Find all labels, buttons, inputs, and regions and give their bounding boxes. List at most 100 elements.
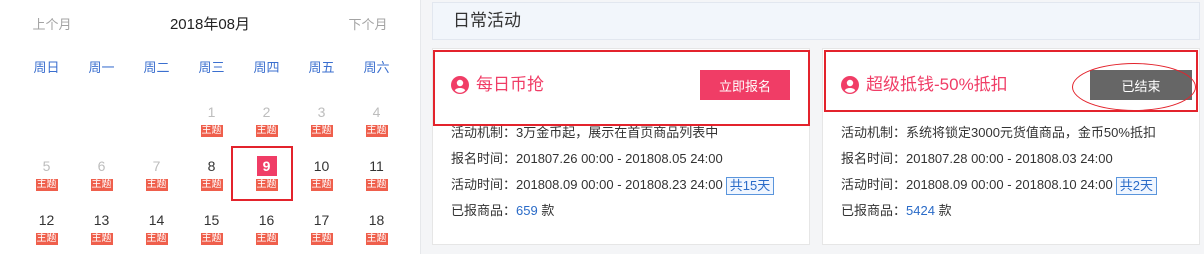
registered-line: 已报商品：659 款 — [451, 201, 554, 221]
calendar-day-cell[interactable]: 13 主题 — [74, 206, 129, 260]
day-number: 10 — [313, 158, 330, 174]
day-number: 4 — [372, 104, 381, 120]
registered-unit: 款 — [541, 203, 555, 218]
theme-badge: 主题 — [145, 233, 168, 245]
weekday-header-row: 周日 周一 周二 周三 周四 周五 周六 — [19, 57, 404, 79]
selected-day-number: 9 — [256, 156, 277, 176]
activity-title[interactable]: 超级抵钱-50%抵扣 — [866, 74, 1008, 96]
weekday-label: 周五 — [308, 60, 335, 75]
theme-badge: 主题 — [200, 179, 223, 191]
weekday-label: 周一 — [88, 60, 115, 75]
registered-label: 已报商品： — [841, 203, 907, 218]
next-month-button[interactable]: 下个月 — [338, 14, 398, 36]
mechanism-line: 活动机制：3万金币起，展示在首页商品列表中 — [451, 123, 718, 143]
signup-time-value: 201807.28 00:00 - 201808.03 24:00 — [906, 151, 1113, 166]
calendar-day-cell[interactable]: 12 主题 — [19, 206, 74, 260]
signup-time-label: 报名时间： — [451, 151, 517, 166]
day-number: 3 — [317, 104, 326, 120]
weekday-label: 周日 — [33, 60, 60, 75]
theme-badge: 主题 — [35, 179, 58, 191]
calendar-empty-cell — [129, 98, 184, 152]
registered-count: 5424 — [906, 203, 935, 218]
theme-badge: 主题 — [35, 233, 58, 245]
calendar-day-cell[interactable]: 9 主题 — [239, 152, 294, 206]
activity-card: 超级抵钱-50%抵扣 已结束 活动机制：系统将锁定3000元货值商品，金币50%… — [822, 48, 1200, 245]
activity-time-label: 活动时间： — [841, 177, 907, 192]
registered-line: 已报商品：5424 款 — [841, 201, 952, 221]
weekday-label: 周六 — [363, 60, 390, 75]
calendar-day-cell[interactable]: 16 主题 — [239, 206, 294, 260]
duration-tag: 共2天 — [1115, 176, 1157, 195]
theme-badge: 主题 — [255, 233, 278, 245]
day-number: 7 — [152, 158, 161, 174]
theme-badge: 主题 — [310, 179, 333, 191]
calendar-day-cell[interactable]: 3 主题 — [294, 98, 349, 152]
calendar-day-cell[interactable]: 7 主题 — [129, 152, 184, 206]
day-number: 16 — [258, 212, 275, 228]
day-number: 13 — [93, 212, 110, 228]
calendar-day-cell[interactable]: 1 主题 — [184, 98, 239, 152]
signup-button[interactable]: 立即报名 — [700, 70, 790, 100]
activity-card: 每日币抢 立即报名 活动机制：3万金币起，展示在首页商品列表中 报名时间：201… — [432, 48, 810, 245]
day-number: 17 — [313, 212, 330, 228]
theme-badge: 主题 — [90, 233, 113, 245]
activity-time-value: 201808.09 00:00 - 201808.23 24:00 — [516, 177, 723, 192]
day-number: 15 — [203, 212, 220, 228]
mechanism-value: 系统将锁定3000元货值商品，金币50%抵扣 — [906, 125, 1156, 140]
theme-badge: 主题 — [365, 179, 388, 191]
day-number: 18 — [368, 212, 385, 228]
weekday-label: 周四 — [253, 60, 280, 75]
theme-badge: 主题 — [310, 233, 333, 245]
calendar-panel: 上个月 2018年08月 下个月 周日 周一 周二 周三 周四 周五 周六 1 主… — [0, 0, 421, 254]
calendar-day-cell[interactable]: 11 主题 — [349, 152, 404, 206]
calendar-day-cell[interactable]: 15 主题 — [184, 206, 239, 260]
prev-month-button[interactable]: 上个月 — [22, 14, 82, 36]
signup-time-line: 报名时间：201807.28 00:00 - 201808.03 24:00 — [841, 149, 1113, 169]
activities-panel: 日常活动 每日币抢 立即报名 活动机制：3万金币起，展示在首页商品列表中 报名时… — [421, 0, 1204, 254]
activity-title[interactable]: 每日币抢 — [476, 74, 544, 96]
calendar-day-grid: 1 主题 2 主题 3 主题 4 主题 5 主题 6 主题 7 主题 8 主题 9 主题 10 主题 11 主题 12 主题 1… — [19, 98, 404, 260]
calendar-day-cell[interactable]: 2 主题 — [239, 98, 294, 152]
signup-time-value: 201807.26 00:00 - 201808.05 24:00 — [516, 151, 723, 166]
theme-badge: 主题 — [145, 179, 168, 191]
calendar-day-cell[interactable]: 6 主题 — [74, 152, 129, 206]
theme-badge: 主题 — [200, 233, 223, 245]
registered-count: 659 — [516, 203, 538, 218]
mechanism-value: 3万金币起，展示在首页商品列表中 — [516, 125, 719, 140]
calendar-empty-cell — [19, 98, 74, 152]
calendar-day-cell[interactable]: 17 主题 — [294, 206, 349, 260]
theme-badge: 主题 — [200, 125, 223, 137]
day-number: 1 — [207, 104, 216, 120]
day-number: 5 — [42, 158, 51, 174]
user-icon — [841, 76, 859, 94]
calendar-day-cell[interactable]: 8 主题 — [184, 152, 239, 206]
registered-unit: 款 — [938, 203, 952, 218]
calendar-day-cell[interactable]: 5 主题 — [19, 152, 74, 206]
day-number: 12 — [38, 212, 55, 228]
calendar-day-cell[interactable]: 18 主题 — [349, 206, 404, 260]
activity-time-value: 201808.09 00:00 - 201808.10 24:00 — [906, 177, 1113, 192]
calendar-day-cell[interactable]: 4 主题 — [349, 98, 404, 152]
theme-badge: 主题 — [255, 179, 278, 191]
mechanism-label: 活动机制： — [451, 125, 517, 140]
activity-time-line: 活动时间：201808.09 00:00 - 201808.23 24:00 共1… — [451, 175, 775, 195]
weekday-label: 周二 — [143, 60, 170, 75]
calendar-day-cell[interactable]: 10 主题 — [294, 152, 349, 206]
theme-badge: 主题 — [365, 233, 388, 245]
activities-header-title: 日常活动 — [432, 2, 1200, 40]
theme-badge: 主题 — [255, 125, 278, 137]
duration-tag: 共15天 — [725, 176, 775, 195]
signup-time-line: 报名时间：201807.26 00:00 - 201808.05 24:00 — [451, 149, 723, 169]
calendar-empty-cell — [74, 98, 129, 152]
mechanism-label: 活动机制： — [841, 125, 907, 140]
day-number: 8 — [207, 158, 216, 174]
calendar-day-cell[interactable]: 14 主题 — [129, 206, 184, 260]
registered-label: 已报商品： — [451, 203, 517, 218]
theme-badge: 主题 — [365, 125, 388, 137]
theme-badge: 主题 — [90, 179, 113, 191]
calendar-month-title: 2018年08月 — [169, 16, 251, 33]
ended-button[interactable]: 已结束 — [1090, 70, 1192, 100]
activity-time-line: 活动时间：201808.09 00:00 - 201808.10 24:00 共2… — [841, 175, 1157, 195]
day-number: 2 — [262, 104, 271, 120]
signup-time-label: 报名时间： — [841, 151, 907, 166]
